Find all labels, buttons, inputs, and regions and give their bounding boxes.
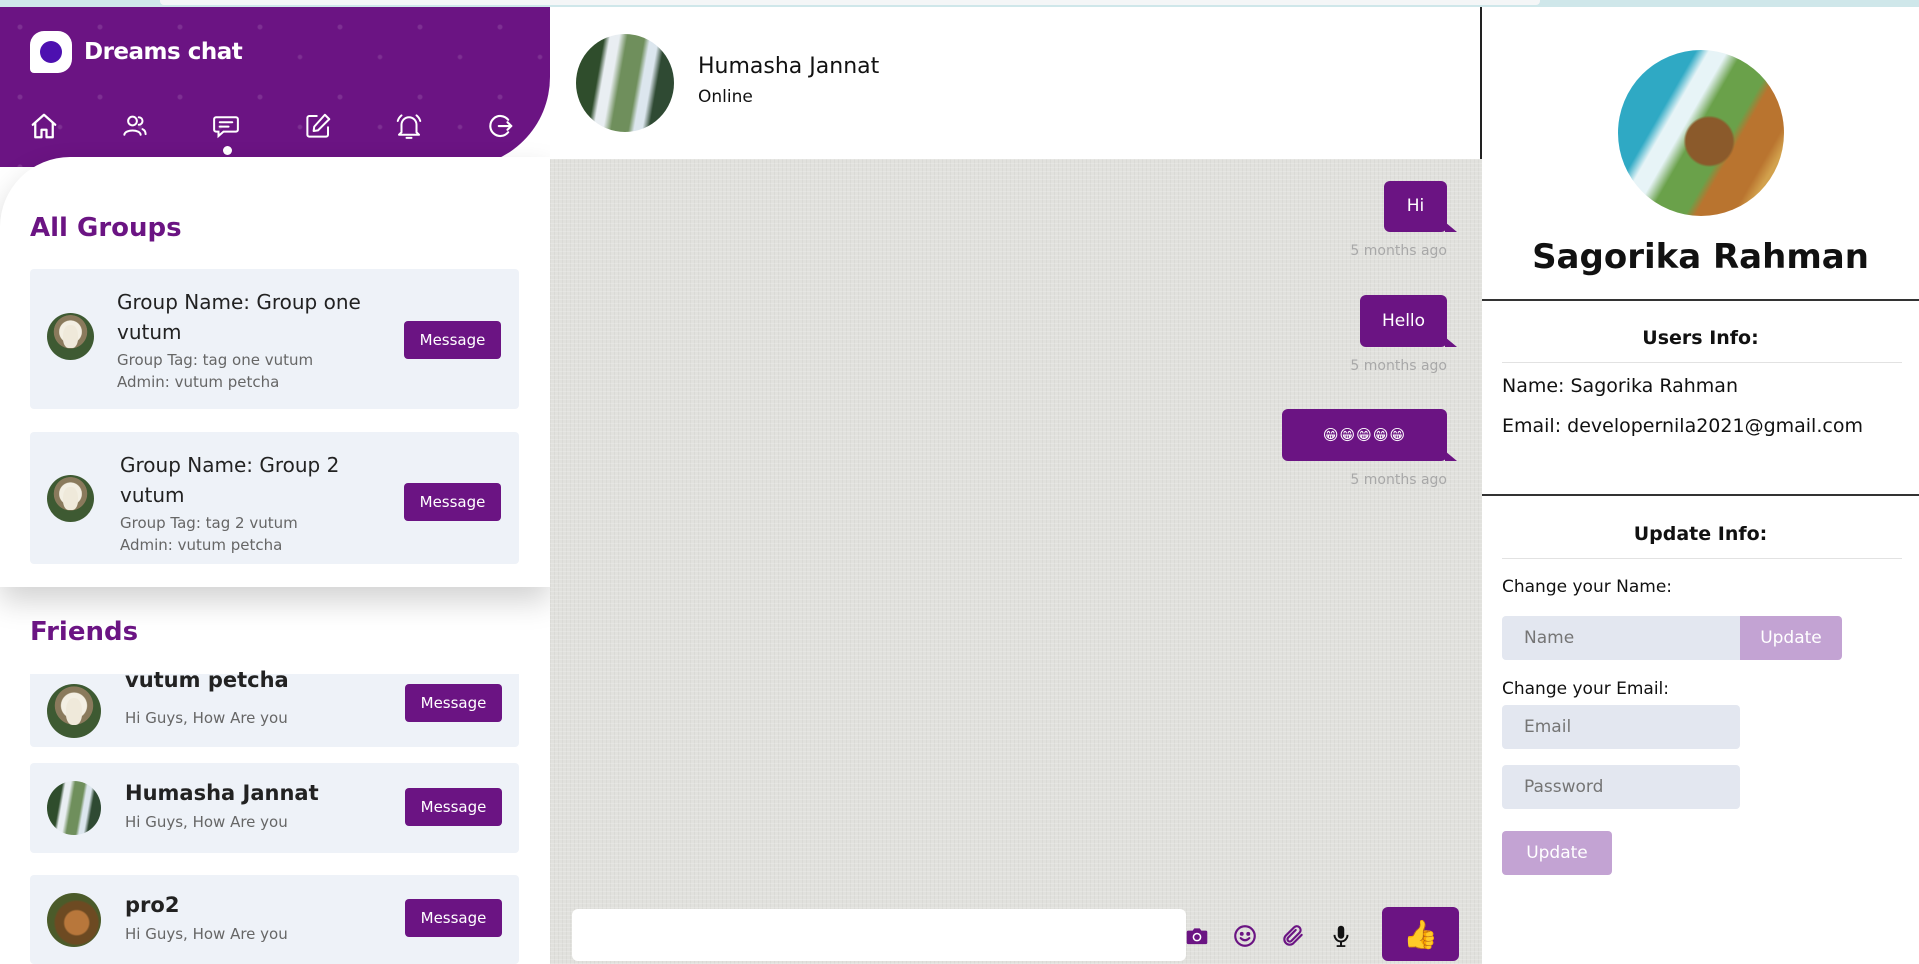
group-avatar <box>47 475 94 522</box>
profile-avatar[interactable] <box>1618 50 1784 216</box>
nav-icons <box>28 110 528 155</box>
friends-title: Friends <box>30 617 139 647</box>
emoji-icon[interactable] <box>1232 923 1258 949</box>
group-tag: Group Tag: tag one vutum <box>117 351 314 369</box>
profile-email-line: Email: developernila2021@gmail.com <box>1502 415 1863 437</box>
divider <box>1502 362 1902 363</box>
group-name: Group Name: Group 2 <box>120 453 340 477</box>
message-time: 5 months ago <box>1350 358 1447 374</box>
chat-area: Humasha Jannat Online Hi 5 months ago He… <box>550 7 1482 964</box>
bell-icon[interactable] <box>393 110 425 142</box>
app-logo[interactable]: Dreams chat <box>30 31 243 73</box>
home-icon[interactable] <box>28 110 60 142</box>
like-button[interactable]: 👍 <box>1382 907 1459 961</box>
friend-avatar <box>47 684 101 738</box>
group-tag: Group Tag: tag 2 vutum <box>120 514 298 532</box>
message-bubble: 😁😁😁😁😁 <box>1282 409 1457 461</box>
friend-status: Hi Guys, How Are you <box>125 925 288 943</box>
chat-icon[interactable] <box>210 110 242 155</box>
group-item[interactable]: Group Name: Group one vutum Group Tag: t… <box>30 269 519 409</box>
camera-icon[interactable] <box>1184 923 1210 949</box>
message-list: Hi 5 months ago Hello 5 months ago 😁😁😁😁😁… <box>550 159 1482 964</box>
edit-icon[interactable] <box>302 110 334 142</box>
profile-panel: Sagorika Rahman Users Info: Name: Sagori… <box>1482 7 1919 964</box>
message-bubble: Hello <box>1360 295 1457 347</box>
group-item[interactable]: Group Name: Group 2 vutum Group Tag: tag… <box>30 432 519 564</box>
contact-name: Humasha Jannat <box>698 54 880 79</box>
friend-name: Humasha Jannat <box>125 781 319 805</box>
message-input[interactable] <box>572 909 1349 961</box>
mic-icon[interactable] <box>1328 923 1354 949</box>
message-button[interactable]: Message <box>405 899 502 937</box>
chat-header: Humasha Jannat Online <box>550 7 1482 159</box>
friend-name: pro2 <box>125 893 180 917</box>
contact-avatar[interactable] <box>576 34 674 132</box>
message-button[interactable]: Message <box>404 321 501 359</box>
message-button[interactable]: Message <box>405 684 502 722</box>
friend-avatar <box>47 893 101 947</box>
friend-item[interactable]: Humasha Jannat Hi Guys, How Are you Mess… <box>30 763 519 853</box>
message-button[interactable]: Message <box>405 788 502 826</box>
attach-icon[interactable] <box>1280 923 1306 949</box>
profile-name-line: Name: Sagorika Rahman <box>1502 375 1738 397</box>
friend-item[interactable]: pro2 Hi Guys, How Are you Message <box>30 875 519 964</box>
users-info-title: Users Info: <box>1642 327 1759 349</box>
update-name-button[interactable]: Update <box>1740 616 1842 660</box>
friend-status: Hi Guys, How Are you <box>125 813 288 831</box>
divider <box>1482 299 1919 301</box>
message-time: 5 months ago <box>1350 243 1447 259</box>
groups-panel: All Groups Group Name: Group one vutum G… <box>0 157 550 587</box>
friend-name: vutum petcha <box>125 668 289 692</box>
app-name: Dreams chat <box>84 39 243 65</box>
message-bubble: Hi <box>1384 181 1457 232</box>
group-name-cont: vutum <box>120 483 185 507</box>
group-name: Group Name: Group one <box>117 290 361 314</box>
friend-item[interactable]: vutum petcha Hi Guys, How Are you Messag… <box>30 668 519 747</box>
message-time: 5 months ago <box>1350 472 1447 488</box>
update-info-title: Update Info: <box>1633 523 1768 545</box>
group-admin: Admin: vutum petcha <box>120 536 283 554</box>
browser-top-strip <box>0 0 1919 7</box>
logout-icon[interactable] <box>484 110 516 142</box>
update-email-button[interactable]: Update <box>1502 831 1612 875</box>
divider <box>1482 494 1919 496</box>
group-name-cont: vutum <box>117 320 182 344</box>
email-input[interactable] <box>1502 705 1740 749</box>
name-input[interactable] <box>1502 616 1740 660</box>
profile-name: Sagorika Rahman <box>1532 237 1869 277</box>
sidebar: Dreams chat All Groups Group Name: Group… <box>0 7 550 964</box>
users-icon[interactable] <box>119 110 151 142</box>
friend-avatar <box>47 781 101 835</box>
friend-status: Hi Guys, How Are you <box>125 709 288 727</box>
groups-title: All Groups <box>30 213 182 243</box>
change-email-label: Change your Email: <box>1502 679 1670 699</box>
group-avatar <box>47 313 94 360</box>
message-button[interactable]: Message <box>404 483 501 521</box>
group-admin: Admin: vutum petcha <box>117 373 280 391</box>
logo-mark-icon <box>30 31 72 73</box>
password-input[interactable] <box>1502 765 1740 809</box>
change-name-label: Change your Name: <box>1502 577 1672 597</box>
top-nav: Dreams chat <box>0 7 550 167</box>
contact-status: Online <box>698 87 753 107</box>
divider <box>1502 558 1902 559</box>
